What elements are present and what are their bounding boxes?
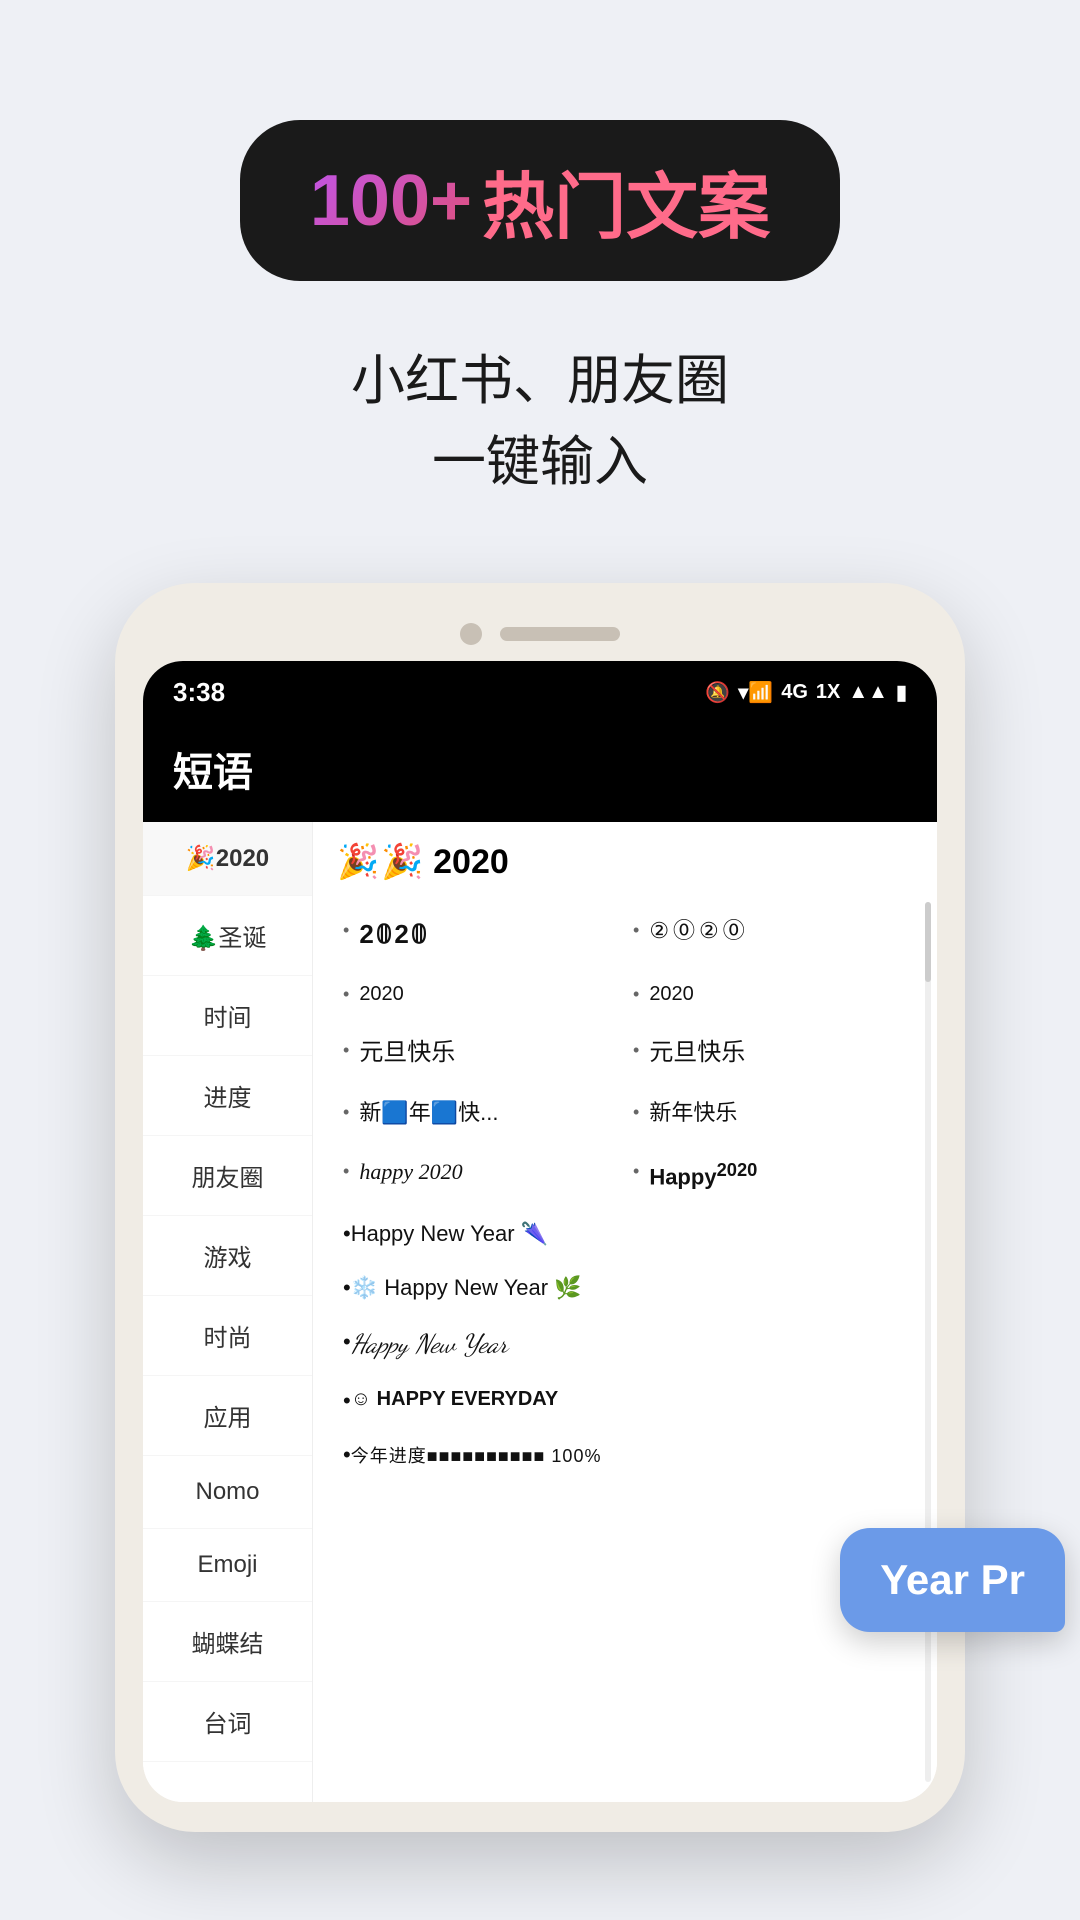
subtitle: 小红书、朋友圈 一键输入 bbox=[351, 341, 729, 503]
list-item[interactable]: • Happy2020 bbox=[627, 1143, 917, 1207]
list-item[interactable]: • happy 2020 bbox=[337, 1143, 627, 1207]
app-header: 短语 bbox=[143, 720, 937, 822]
network-4g: 4G bbox=[781, 681, 808, 704]
list-item-full[interactable]: • ☺ HAPPY EVERYDAY bbox=[337, 1374, 917, 1428]
list-title: 🎉 🎉 2020 bbox=[337, 842, 917, 882]
sidebar-item-christmas[interactable]: 🌲圣诞 bbox=[143, 896, 312, 976]
bullet: • bbox=[343, 1275, 351, 1301]
top-section: 100+ 热门文案 小红书、朋友圈 一键输入 bbox=[0, 0, 1080, 503]
item-text: ❄️ Happy New Year 🌿 bbox=[351, 1275, 582, 1301]
list-item-full[interactable]: • Happy New Year bbox=[337, 1315, 917, 1374]
bullet: • bbox=[633, 984, 639, 1005]
bullet: • bbox=[343, 920, 349, 941]
sidebar-item-apps[interactable]: 应用 bbox=[143, 1376, 312, 1456]
item-text: happy 2020 bbox=[359, 1157, 462, 1188]
bullet: • bbox=[633, 1161, 639, 1182]
bullet: • bbox=[343, 1040, 349, 1061]
sidebar-item-fashion[interactable]: 时尚 bbox=[143, 1296, 312, 1376]
item-text: 元旦快乐 bbox=[649, 1036, 745, 1070]
item-text: ②⓪②⓪ bbox=[649, 916, 748, 947]
phone-mockup: 3:38 🔕 ▾📶 4G 1X ▲▲ ▮ 短语 🎉2020 bbox=[115, 583, 965, 1832]
sidebar-item-2020[interactable]: 🎉2020 bbox=[143, 822, 312, 896]
badge-text: 热门文案 bbox=[482, 148, 770, 253]
list-item[interactable]: • 2020 bbox=[337, 966, 627, 1022]
network-1x: 1X bbox=[816, 681, 840, 704]
scroll-indicator bbox=[925, 902, 931, 1782]
status-icons: 🔕 ▾📶 4G 1X ▲▲ ▮ bbox=[705, 680, 907, 705]
list-item-full[interactable]: • 今年进度■■■■■■■■■■ 100% bbox=[337, 1428, 917, 1482]
bullet: • bbox=[343, 1388, 351, 1414]
app-title: 短语 bbox=[173, 751, 253, 795]
subtitle-line2: 一键输入 bbox=[432, 432, 648, 492]
list-title-icon: 🎉 bbox=[337, 842, 379, 882]
list-grid: • 2𝟘2𝟘 • ②⓪②⓪ • 2020 • bbox=[337, 902, 917, 1482]
item-text: 新年快乐 bbox=[649, 1098, 737, 1129]
item-text: 2020 bbox=[649, 980, 694, 1008]
bullet: • bbox=[633, 1102, 639, 1123]
list-item[interactable]: • 新🟦年🟦快... bbox=[337, 1084, 627, 1143]
bullet: • bbox=[633, 920, 639, 941]
badge-number: 100+ bbox=[310, 160, 472, 242]
speech-bubble: Year Pr bbox=[840, 1528, 1065, 1632]
sidebar-item-emoji[interactable]: Emoji bbox=[143, 1529, 312, 1602]
scroll-thumb bbox=[925, 902, 931, 982]
bullet: • bbox=[343, 984, 349, 1005]
list-item-full[interactable]: • ❄️ Happy New Year 🌿 bbox=[337, 1261, 917, 1315]
mute-icon: 🔕 bbox=[705, 680, 730, 705]
content-area: 🎉2020 🌲圣诞 时间 进度 朋友圈 游戏 时尚 应用 Nomo Emoji … bbox=[143, 822, 937, 1802]
list-item-full[interactable]: • Happy New Year 🌂 bbox=[337, 1207, 917, 1261]
sidebar-item-games[interactable]: 游戏 bbox=[143, 1216, 312, 1296]
sidebar-item-lines[interactable]: 台词 bbox=[143, 1682, 312, 1762]
sidebar-item-nomo[interactable]: Nomo bbox=[143, 1456, 312, 1529]
list-item[interactable]: • 新年快乐 bbox=[627, 1084, 917, 1143]
item-text: 2020 bbox=[359, 980, 404, 1008]
badge-pill: 100+ 热门文案 bbox=[240, 120, 840, 281]
wifi-icon: ▾📶 bbox=[738, 680, 773, 705]
list-item[interactable]: • 元旦快乐 bbox=[627, 1022, 917, 1084]
camera-dot bbox=[460, 623, 482, 645]
list-area: 🎉 🎉 2020 • 2𝟘2𝟘 • ②⓪②⓪ bbox=[313, 822, 937, 1802]
bullet: • bbox=[343, 1221, 351, 1247]
item-text: Happy New Year 🌂 bbox=[351, 1221, 548, 1247]
bullet: • bbox=[343, 1161, 349, 1182]
list-item[interactable]: • ②⓪②⓪ bbox=[627, 902, 917, 966]
phone-top-bar bbox=[143, 613, 937, 661]
list-item[interactable]: • 元旦快乐 bbox=[337, 1022, 627, 1084]
item-text: 新🟦年🟦快... bbox=[359, 1098, 498, 1129]
battery-icon: ▮ bbox=[896, 680, 907, 705]
status-bar: 3:38 🔕 ▾📶 4G 1X ▲▲ ▮ bbox=[143, 661, 937, 720]
phone-screen: 3:38 🔕 ▾📶 4G 1X ▲▲ ▮ 短语 🎉2020 bbox=[143, 661, 937, 1802]
speaker-bar bbox=[500, 627, 620, 641]
signal-icon: ▲▲ bbox=[848, 681, 888, 704]
item-text: 今年进度■■■■■■■■■■ 100% bbox=[351, 1442, 602, 1468]
item-text: 元旦快乐 bbox=[359, 1036, 455, 1070]
bullet: • bbox=[633, 1040, 639, 1061]
item-text: Happy New Year bbox=[351, 1329, 508, 1360]
status-time: 3:38 bbox=[173, 677, 225, 708]
phone-outer: 3:38 🔕 ▾📶 4G 1X ▲▲ ▮ 短语 🎉2020 bbox=[115, 583, 965, 1832]
sidebar: 🎉2020 🌲圣诞 时间 进度 朋友圈 游戏 时尚 应用 Nomo Emoji … bbox=[143, 822, 313, 1802]
list-item[interactable]: • 2020 bbox=[627, 966, 917, 1022]
bullet: • bbox=[343, 1329, 351, 1355]
speech-bubble-text: Year Pr bbox=[880, 1556, 1025, 1603]
subtitle-line1: 小红书、朋友圈 bbox=[351, 351, 729, 411]
item-text: Happy2020 bbox=[649, 1157, 757, 1193]
sidebar-item-progress[interactable]: 进度 bbox=[143, 1056, 312, 1136]
item-text: 2𝟘2𝟘 bbox=[359, 916, 429, 952]
list-item[interactable]: • 2𝟘2𝟘 bbox=[337, 902, 627, 966]
bullet: • bbox=[343, 1102, 349, 1123]
bullet: • bbox=[343, 1442, 351, 1468]
item-text: ☺ HAPPY EVERYDAY bbox=[351, 1388, 559, 1411]
sidebar-item-time[interactable]: 时间 bbox=[143, 976, 312, 1056]
sidebar-item-bowtie[interactable]: 蝴蝶结 bbox=[143, 1602, 312, 1682]
sidebar-item-moments[interactable]: 朋友圈 bbox=[143, 1136, 312, 1216]
